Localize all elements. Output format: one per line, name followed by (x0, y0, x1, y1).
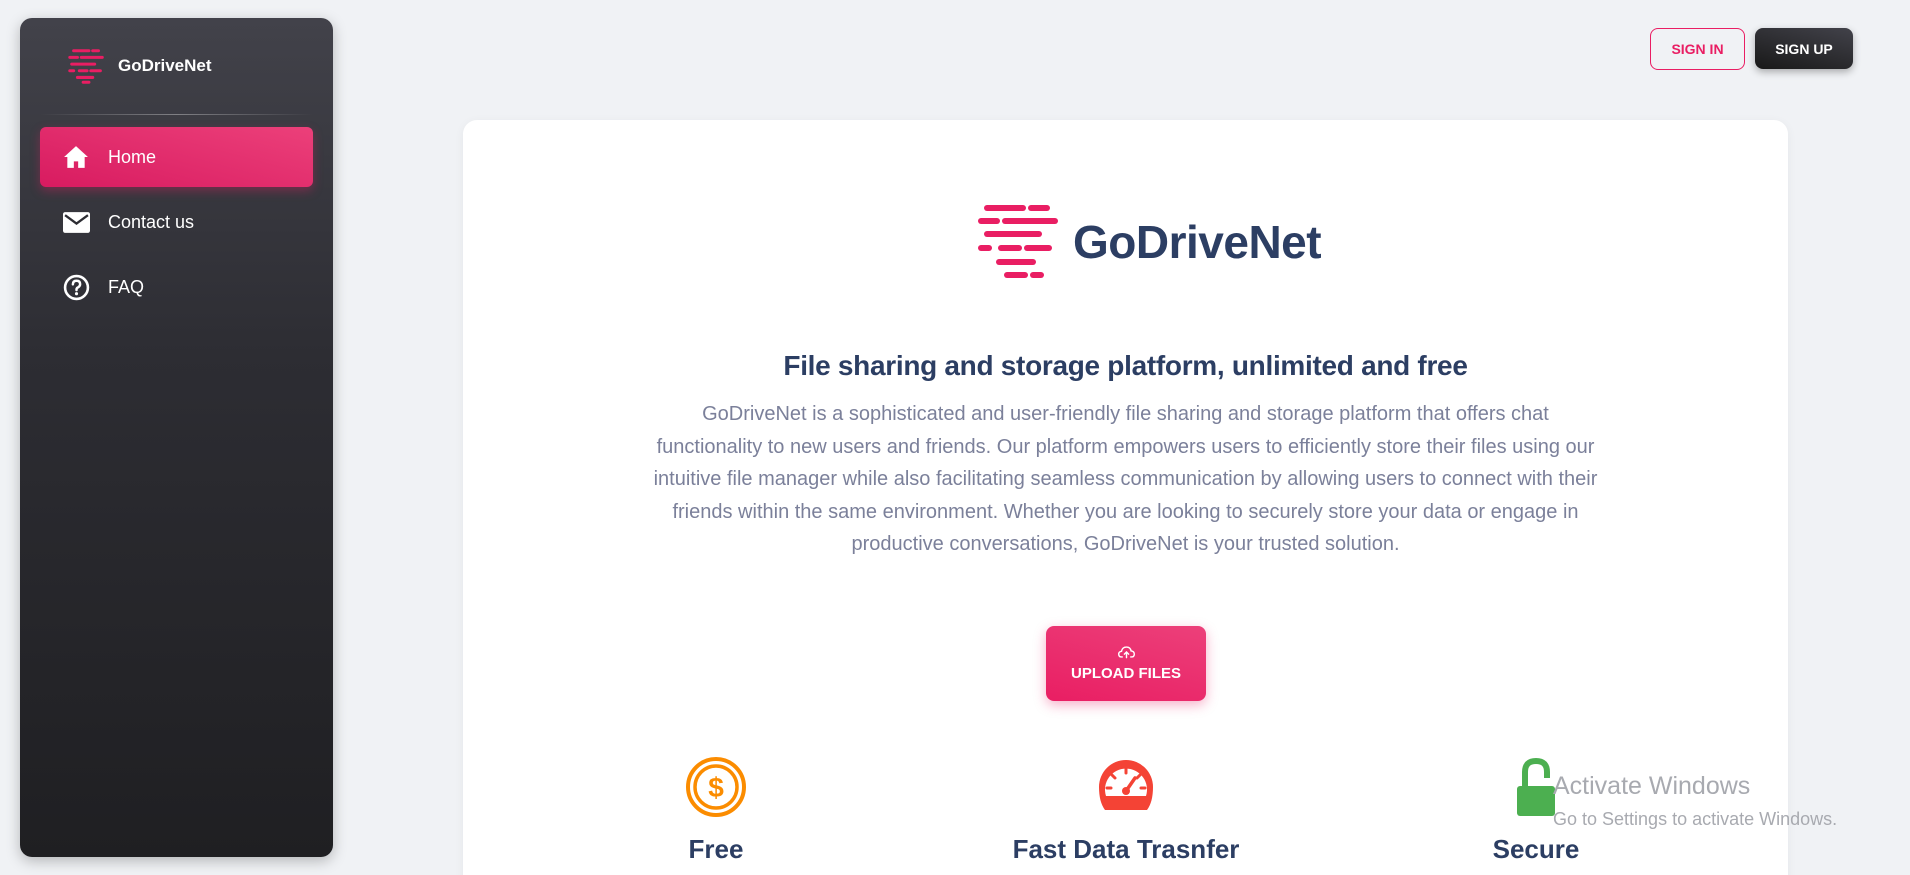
hero-brand-name: GoDriveNet (1073, 216, 1322, 268)
feature-title: Fast Data Trasnfer (1012, 834, 1240, 864)
watermark-title: Activate Windows (1553, 772, 1751, 800)
page-description: GoDriveNet is a sophisticated and user-f… (653, 403, 1598, 555)
watermark-subtitle: Go to Settings to activate Windows. (1553, 809, 1838, 829)
sidebar-item-home[interactable]: Home (40, 127, 313, 187)
help-circle-icon (62, 273, 90, 301)
upload-files-button[interactable]: UPLOAD FILES (1046, 626, 1206, 701)
sign-in-button[interactable]: SIGN IN (1650, 28, 1745, 70)
sidebar: GoDriveNet Home Contact us FAQ (20, 18, 333, 857)
sidebar-item-contact[interactable]: Contact us (40, 192, 313, 252)
speedometer-icon (1099, 759, 1153, 810)
sidebar-item-label: Home (108, 146, 157, 167)
sidebar-brand[interactable]: GoDriveNet (20, 18, 333, 114)
upload-files-label: UPLOAD FILES (1070, 665, 1181, 682)
godrivenet-logo-icon (68, 49, 104, 84)
main-card: GoDriveNet File sharing and storage plat… (463, 120, 1788, 875)
page-headline: File sharing and storage platform, unlim… (783, 350, 1468, 381)
sidebar-item-label: Contact us (108, 211, 195, 232)
sidebar-nav: Home Contact us FAQ (20, 115, 333, 317)
sidebar-item-faq[interactable]: FAQ (40, 257, 313, 317)
feature-free: $ Free (566, 756, 866, 865)
hero-logo: GoDriveNet (977, 204, 1322, 280)
feature-title: Free (688, 834, 744, 864)
godrivenet-logo-icon (978, 205, 1058, 278)
dollar-coin-icon: $ (686, 757, 746, 817)
feature-fast-transfer: Fast Data Trasnfer (976, 756, 1276, 865)
feature-title: Secure (1492, 834, 1580, 864)
brand-name: GoDriveNet (118, 56, 212, 75)
sign-up-button[interactable]: SIGN UP (1755, 28, 1853, 69)
sidebar-item-label: FAQ (108, 276, 145, 297)
windows-activation-watermark: Activate Windows Go to Settings to activ… (1553, 772, 1837, 830)
svg-text:$: $ (708, 772, 724, 803)
home-icon (62, 143, 90, 171)
cloud-upload-icon (1117, 646, 1135, 659)
mail-icon (62, 208, 90, 236)
